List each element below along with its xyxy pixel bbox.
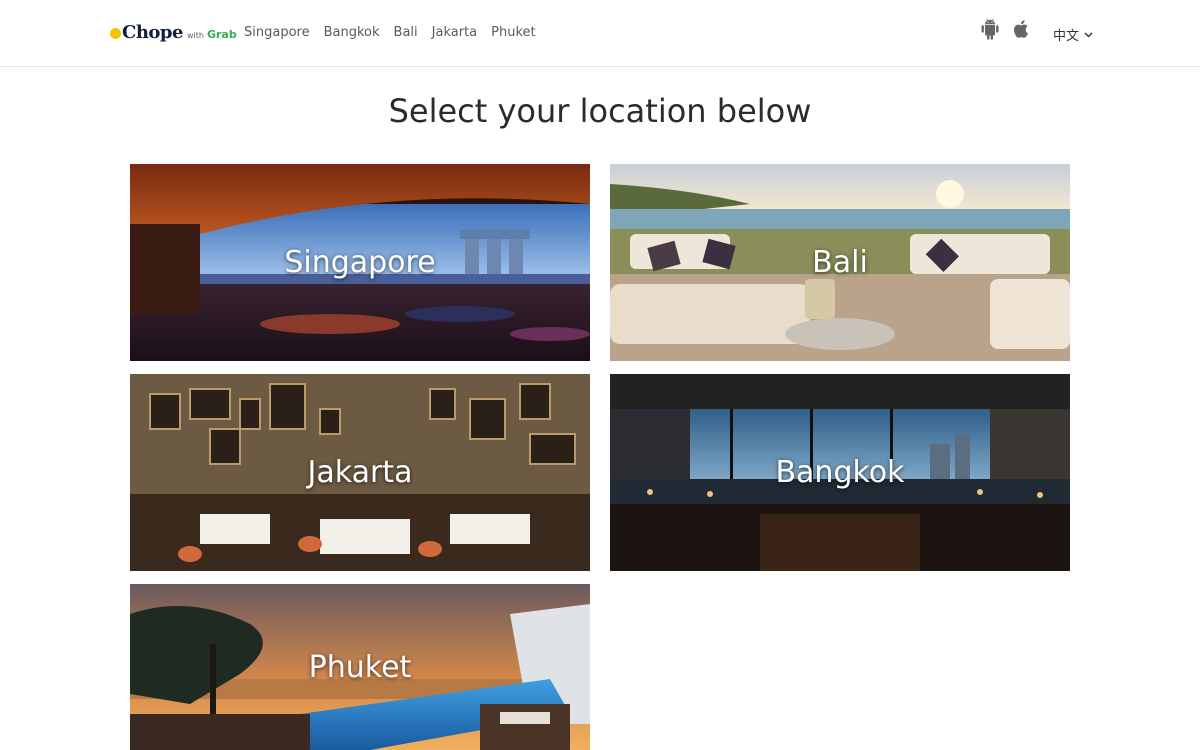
logo-dot bbox=[110, 28, 121, 39]
logo-grab-text: Grab bbox=[206, 28, 237, 41]
location-tile-phuket[interactable]: Phuket bbox=[130, 584, 590, 750]
language-selector[interactable]: 中文 bbox=[1053, 25, 1093, 44]
nav-item-bangkok[interactable]: Bangkok bbox=[324, 25, 380, 41]
app-download-links bbox=[980, 18, 1032, 40]
location-tile-singapore[interactable]: Singapore bbox=[130, 164, 590, 361]
logo-with-text: with bbox=[186, 31, 204, 40]
nav-item-phuket[interactable]: Phuket bbox=[491, 25, 535, 41]
logo-chope-text: Chope bbox=[122, 22, 183, 43]
location-tile-bangkok[interactable]: Bangkok bbox=[610, 374, 1070, 571]
nav-item-singapore[interactable]: Singapore bbox=[244, 25, 310, 41]
site-header: Chope with Grab Singapore Bangkok Bali J… bbox=[0, 0, 1200, 67]
location-label-bali: Bali bbox=[812, 245, 868, 280]
top-nav: Singapore Bangkok Bali Jakarta Phuket bbox=[244, 25, 550, 41]
language-label: 中文 bbox=[1053, 29, 1080, 44]
location-label-singapore: Singapore bbox=[284, 245, 436, 280]
nav-item-jakarta[interactable]: Jakarta bbox=[432, 25, 477, 41]
nav-item-bali[interactable]: Bali bbox=[394, 25, 418, 41]
location-label-jakarta: Jakarta bbox=[307, 455, 413, 490]
location-tile-bali[interactable]: Bali bbox=[610, 164, 1070, 361]
location-tile-jakarta[interactable]: Jakarta bbox=[130, 374, 590, 571]
chevron-down-icon bbox=[1084, 31, 1093, 38]
apple-icon[interactable] bbox=[1012, 18, 1032, 40]
android-icon[interactable] bbox=[980, 18, 1000, 40]
page-title: Select your location below bbox=[388, 92, 812, 130]
location-label-bangkok: Bangkok bbox=[775, 455, 905, 490]
chope-logo[interactable]: Chope with Grab bbox=[110, 22, 237, 44]
location-label-phuket: Phuket bbox=[308, 649, 412, 685]
